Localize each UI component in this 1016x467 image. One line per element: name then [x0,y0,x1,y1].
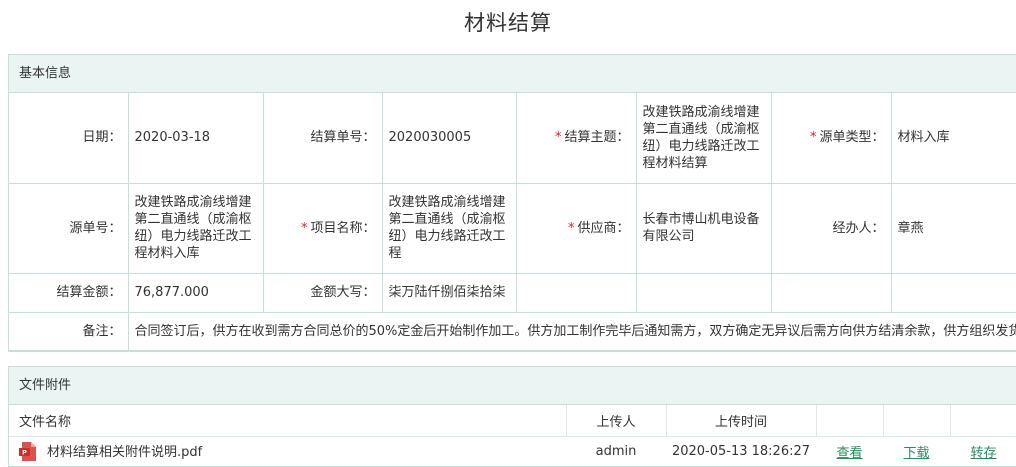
source-type-label: * 源单类型： [771,93,892,184]
supplier-label: * 供应商： [516,183,637,274]
svg-text:P: P [22,449,27,457]
col-file-name: 文件名称 [9,405,567,437]
attachments-header: 文件附件 [9,367,1016,405]
transfer-cell: 转存 [950,436,1016,467]
handler-value: 章燕 [891,183,1016,274]
source-type-value: 材料入库 [891,93,1016,184]
empty-cell [891,273,1016,313]
col-action [883,405,951,437]
amount-upper-value: 柒万陆仟捌佰柒拾柒 [382,273,517,313]
pdf-file-icon: P [19,442,36,462]
required-mark: * [554,130,562,146]
empty-cell [516,273,637,313]
amount-upper-label: 金额大写： [263,273,383,313]
file-name-cell: P 材料结算相关附件说明.pdf [9,436,566,467]
date-value: 2020-03-18 [128,93,264,184]
col-uploader: 上传人 [566,405,667,437]
col-upload-time: 上传时间 [666,405,817,437]
required-mark: * [300,220,308,236]
table-row: P 材料结算相关附件说明.pdf admin 2020-05-13 18:26:… [9,436,1016,467]
page-title: 材料结算 [464,11,552,35]
handler-label: 经办人： [771,183,892,274]
transfer-link[interactable]: 转存 [970,446,996,461]
project-value: 改建铁路成渝线增建第二直通线（成渝枢纽）电力线路迁改工程 [382,183,517,274]
download-cell: 下载 [883,436,950,467]
source-no-label: 源单号： [9,183,129,274]
file-name-link[interactable]: 材料结算相关附件说明.pdf [47,445,202,460]
attachments-header-row: 文件名称 上传人 上传时间 [9,405,1016,437]
required-mark: * [567,220,575,236]
settle-no-label: 结算单号： [263,93,383,184]
remark-label: 备注： [9,312,129,351]
required-mark: * [809,130,817,146]
settle-no-value: 2020030005 [382,93,517,184]
supplier-value: 长春市博山机电设备有限公司 [636,183,772,274]
amount-value: 76,877.000 [128,273,264,313]
amount-label: 结算金额： [9,273,129,313]
download-link[interactable]: 下载 [903,446,929,461]
remark-value: 合同签订后，供方在收到需方合同总价的50%定金后开始制作加工。供方加工制作完毕后… [128,312,1016,351]
basic-info-table: 日期： 2020-03-18 结算单号： 2020030005 * 结算主题： 改… [9,93,1016,351]
upload-time-cell: 2020-05-13 18:26:27 [671,444,811,460]
basic-info-header: 基本信息 [9,55,1016,93]
attachments-table: 文件名称 上传人 上传时间 P 材料结算相关附件说明.pdf admin 202… [9,405,1016,467]
project-label: * 项目名称： [263,183,383,274]
col-action [950,405,1016,437]
date-label: 日期： [9,93,129,184]
empty-cell [771,273,892,313]
subject-label: * 结算主题： [516,93,637,184]
view-link[interactable]: 查看 [836,446,862,461]
source-no-value: 改建铁路成渝线增建第二直通线（成渝枢纽）电力线路迁改工程材料入库 [128,183,264,274]
basic-info-panel: 基本信息 日期： 2020-03-18 结算单号： 2020030005 * 结算… [8,54,1016,352]
empty-cell [636,273,772,313]
attachments-panel: 文件附件 文件名称 上传人 上传时间 P 材料结算相关附件说明.pdf admi… [8,366,1016,467]
col-action [816,405,884,437]
subject-value: 改建铁路成渝线增建第二直通线（成渝枢纽）电力线路迁改工程材料结算 [636,93,772,184]
view-cell: 查看 [816,436,883,467]
uploader-cell: admin [595,444,637,460]
